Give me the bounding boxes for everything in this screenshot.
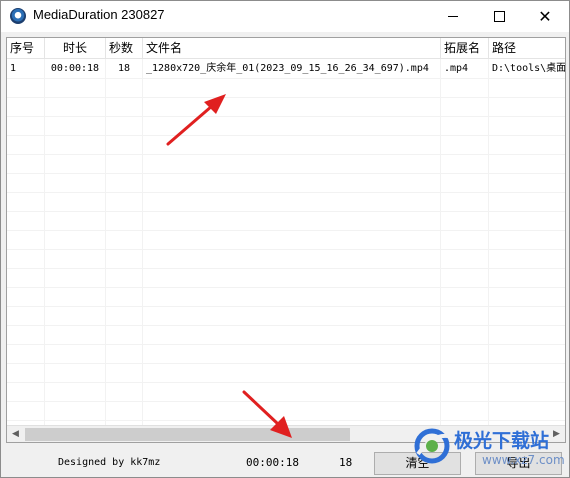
total-duration: 00:00:18	[246, 456, 299, 469]
window-title: MediaDuration 230827	[33, 7, 165, 22]
column-header-path[interactable]: 路径	[489, 38, 565, 59]
designed-by-label: Designed by kk7mz	[58, 457, 161, 468]
grid-line	[7, 192, 565, 193]
clear-button[interactable]: 清空	[374, 452, 461, 475]
grid-line	[7, 325, 565, 326]
file-list-table[interactable]: 序号 时长 秒数 文件名 拓展名 路径 1 00:00:18 18 _1280x…	[6, 37, 566, 443]
grid-line	[7, 420, 565, 421]
grid-line	[7, 268, 565, 269]
cell-seconds: 18	[106, 59, 143, 78]
grid-column-line	[488, 59, 489, 425]
grid-line	[7, 382, 565, 383]
grid-line	[7, 154, 565, 155]
scroll-left-icon[interactable]: ◀	[7, 426, 24, 442]
grid-line	[7, 135, 565, 136]
cell-extension: .mp4	[441, 59, 489, 78]
column-header-seconds[interactable]: 秒数	[106, 38, 143, 59]
horizontal-scrollbar[interactable]: ◀ ▶	[7, 425, 565, 442]
maximize-icon	[493, 11, 505, 22]
column-header-index[interactable]: 序号	[7, 38, 45, 59]
cell-path: D:\tools\桌面	[492, 63, 565, 74]
column-header-extension[interactable]: 拓展名	[441, 38, 489, 59]
scrollbar-thumb[interactable]	[25, 428, 350, 441]
table-header: 序号 时长 秒数 文件名 拓展名 路径	[7, 38, 565, 59]
grid-line	[7, 287, 565, 288]
grid-line	[7, 230, 565, 231]
export-button[interactable]: 导出	[475, 452, 562, 475]
grid-line	[7, 173, 565, 174]
app-window: MediaDuration 230827 ✕ 序号 时长 秒数 文件名 拓展名 …	[0, 0, 570, 478]
status-bar: Designed by kk7mz 00:00:18 18 清空 导出	[1, 446, 569, 477]
grid-column-line	[142, 59, 143, 425]
column-header-filename[interactable]: 文件名	[143, 38, 441, 59]
grid-column-line	[440, 59, 441, 425]
close-icon: ✕	[538, 6, 552, 26]
minimize-icon	[448, 16, 458, 17]
grid-column-line	[44, 59, 45, 425]
grid-line	[7, 211, 565, 212]
app-icon	[10, 8, 26, 24]
grid-line	[7, 363, 565, 364]
grid-line	[7, 401, 565, 402]
grid-line	[7, 116, 565, 117]
grid-line	[7, 249, 565, 250]
grid-line	[7, 306, 565, 307]
grid-line	[7, 78, 565, 79]
grid-line	[7, 344, 565, 345]
cell-index: 1	[7, 59, 45, 78]
grid-column-line	[105, 59, 106, 425]
maximize-button[interactable]	[476, 1, 522, 32]
total-seconds: 18	[339, 456, 353, 469]
grid-line	[7, 97, 565, 98]
cell-duration: 00:00:18	[45, 59, 106, 78]
minimize-button[interactable]	[430, 1, 476, 32]
title-bar: MediaDuration 230827 ✕	[1, 1, 569, 32]
cell-filename: _1280x720_庆余年_01(2023_09_15_16_26_34_697…	[143, 59, 441, 78]
table-row[interactable]: 1 00:00:18 18 _1280x720_庆余年_01(2023_09_1…	[7, 59, 565, 78]
column-header-duration[interactable]: 时长	[45, 38, 106, 59]
close-button[interactable]: ✕	[522, 1, 568, 32]
scroll-right-icon[interactable]: ▶	[548, 426, 565, 442]
